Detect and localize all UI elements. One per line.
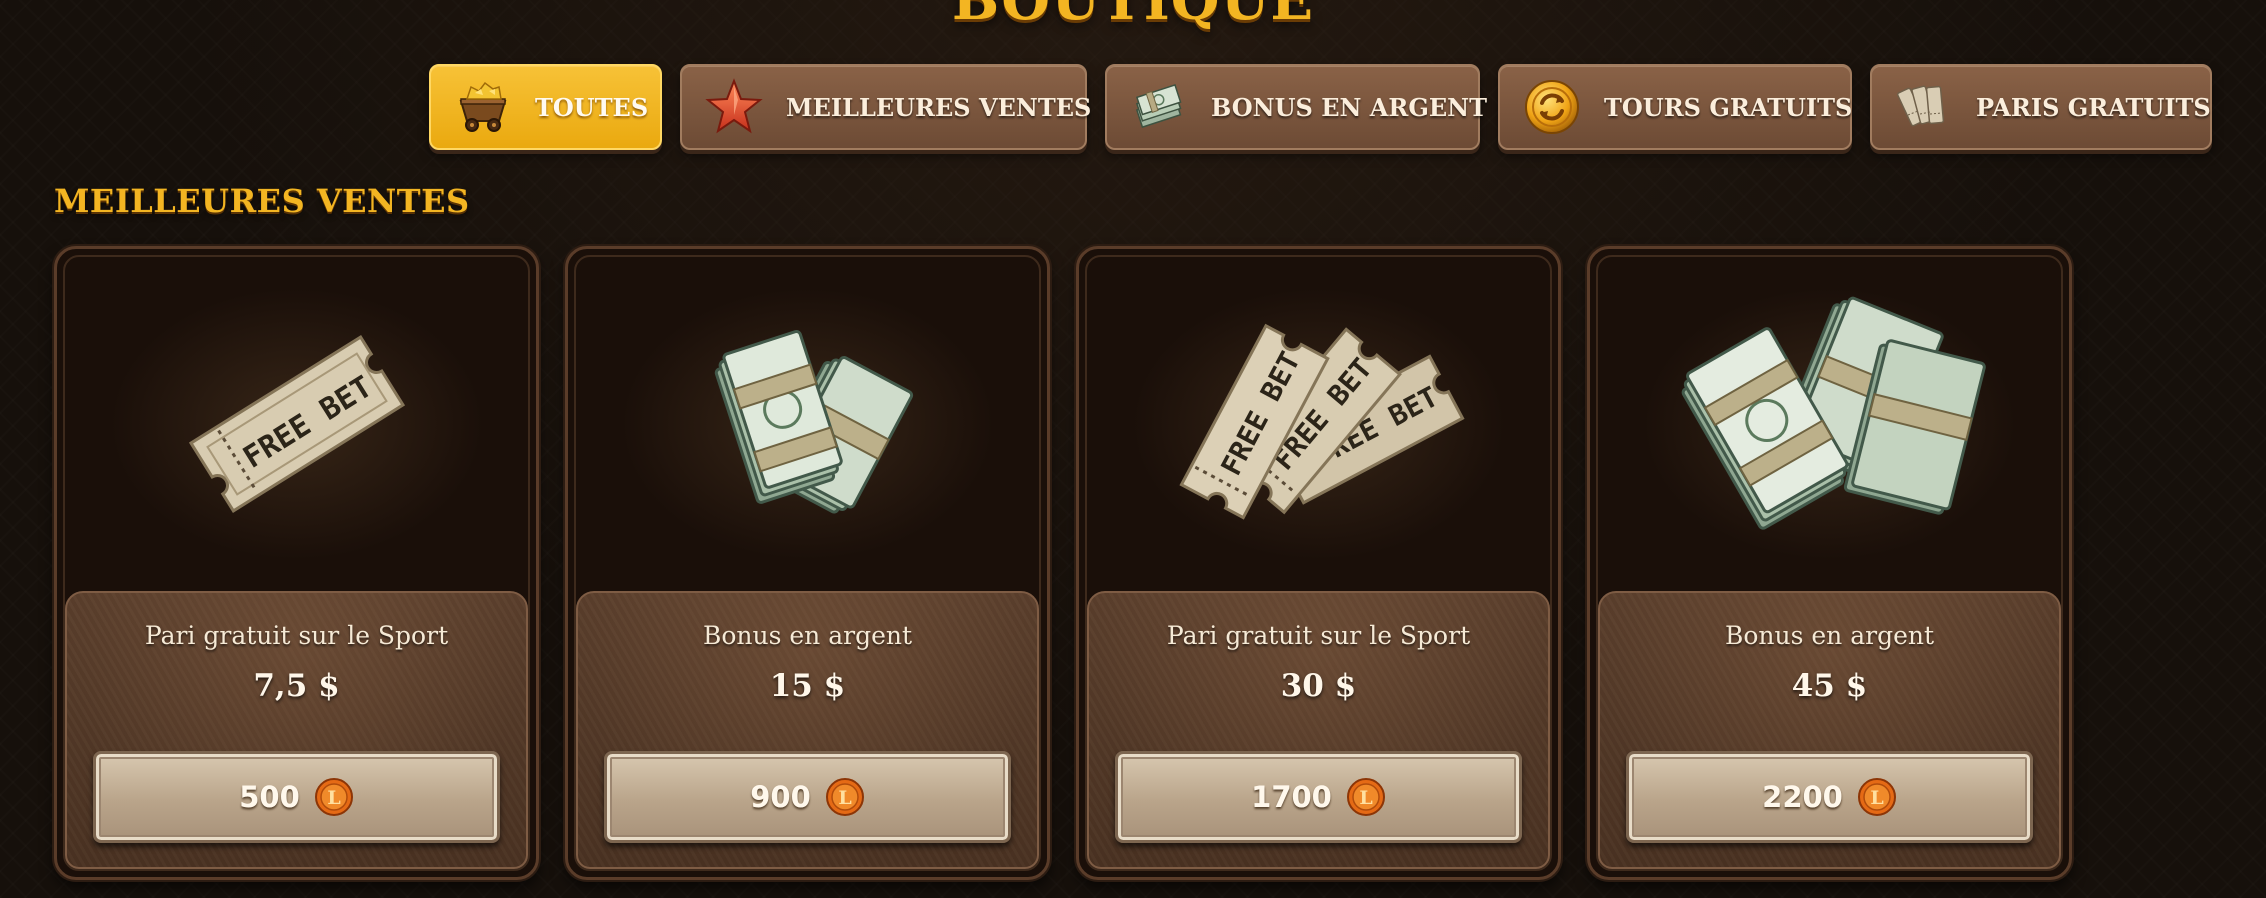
tab-paris-gratuits[interactable]: PARIS GRATUITS: [1870, 64, 2212, 150]
coin-l-icon: L: [314, 778, 353, 816]
product-price: 45 $: [1791, 668, 1868, 704]
tab-label: PARIS GRATUITS: [1976, 92, 2211, 122]
coin-letter: L: [838, 787, 851, 809]
product-card[interactable]: Bonus en argent 15 $ 900 L: [565, 246, 1050, 880]
product-card[interactable]: FREE BET FREE BET FREE BET Pari gratuit …: [1076, 246, 1561, 880]
star-icon: [705, 78, 763, 134]
coin-cost: 2200: [1762, 780, 1843, 814]
tab-bonus-en-argent[interactable]: BONUS EN ARGENT: [1105, 64, 1487, 150]
product-info: Bonus en argent 45 $ 2200 L: [1598, 591, 2061, 869]
buy-button[interactable]: 500 L: [93, 751, 500, 843]
tab-label: MEILLEURES VENTES: [786, 92, 1092, 122]
tab-label: BONUS EN ARGENT: [1211, 92, 1487, 122]
tab-tours-gratuits[interactable]: TOURS GRATUITS: [1498, 64, 1852, 150]
product-image: [568, 249, 1047, 599]
coin-cost: 1700: [1251, 780, 1332, 814]
coin-letter: L: [1359, 787, 1372, 809]
tab-toutes[interactable]: TOUTES: [429, 64, 662, 150]
cash-stack-icon: [714, 329, 913, 514]
product-price: 15 $: [769, 668, 846, 704]
product-name: Bonus en argent: [702, 621, 913, 650]
product-image: [1590, 249, 2069, 599]
gold-spin-coin-icon: [1525, 80, 1579, 134]
product-name: Pari gratuit sur le Sport: [144, 621, 449, 650]
product-info: Pari gratuit sur le Sport 30 $ 1700 L: [1087, 591, 1550, 869]
cash-bundle-icon: [1135, 84, 1182, 129]
product-info: Pari gratuit sur le Sport 7,5 $ 500 L: [65, 591, 528, 869]
coin-letter: L: [327, 787, 340, 809]
coin-l-icon: L: [825, 778, 864, 816]
mine-cart-icon: [459, 81, 507, 132]
free-bet-tickets-icon: FREE BET FREE BET FREE BET: [1178, 323, 1465, 520]
category-tabs: TOUTES MEILLEURES VENTES BONUS EN ARGENT…: [429, 64, 2212, 150]
tab-label: TOURS GRATUITS: [1604, 92, 1853, 122]
free-bet-ticket-icon: FREE BET: [188, 335, 405, 513]
product-info: Bonus en argent 15 $ 900 L: [576, 591, 1039, 869]
coin-l-icon: L: [1857, 778, 1896, 816]
buy-button[interactable]: 900 L: [604, 751, 1011, 843]
section-title: MEILLEURES VENTES: [54, 182, 470, 220]
product-name: Bonus en argent: [1724, 621, 1935, 650]
page-title: BOUTIQUE: [951, 0, 1315, 33]
product-price: 30 $: [1280, 668, 1357, 704]
buy-button[interactable]: 1700 L: [1115, 751, 1522, 843]
product-grid: FREE BET Pari gratuit sur le Sport 7,5 $…: [54, 246, 2072, 880]
coin-cost: 900: [750, 780, 811, 814]
coin-letter: L: [1870, 787, 1883, 809]
tickets-icon: [1896, 85, 1945, 127]
large-cash-stack-icon: [1681, 296, 1986, 530]
product-card[interactable]: Bonus en argent 45 $ 2200 L: [1587, 246, 2072, 880]
buy-button[interactable]: 2200 L: [1626, 751, 2033, 843]
product-price: 7,5 $: [253, 668, 340, 704]
product-image: FREE BET FREE BET FREE BET: [1079, 249, 1558, 599]
product-name: Pari gratuit sur le Sport: [1166, 621, 1471, 650]
coin-cost: 500: [239, 780, 300, 814]
tab-label: TOUTES: [535, 92, 649, 122]
coin-l-icon: L: [1346, 778, 1385, 816]
product-card[interactable]: FREE BET Pari gratuit sur le Sport 7,5 $…: [54, 246, 539, 880]
tab-meilleures-ventes[interactable]: MEILLEURES VENTES: [680, 64, 1091, 150]
product-image: FREE BET: [57, 249, 536, 599]
